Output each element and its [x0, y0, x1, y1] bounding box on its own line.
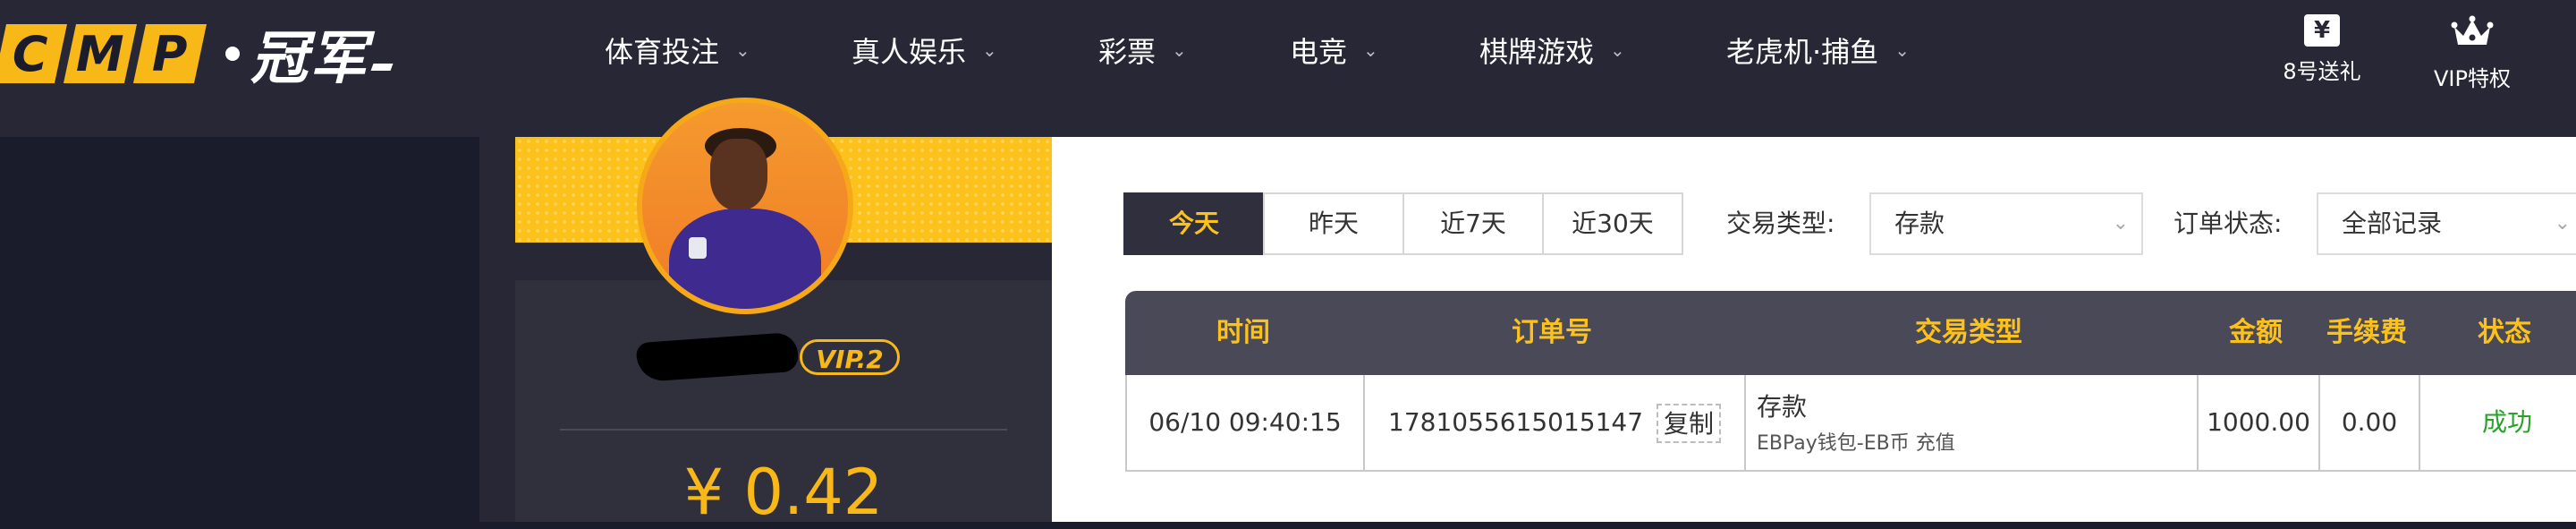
order-status-label: 订单状态: [2174, 209, 2283, 238]
transaction-type-value: 存款 [1894, 209, 1945, 238]
cell-fee: 0.00 [2318, 375, 2419, 470]
column-header-fee: 手续费 [2326, 317, 2407, 348]
logo-dash [370, 64, 394, 71]
nav-item-label: 棋牌游戏 [1479, 35, 1595, 69]
cell-type: 存款 EBPay钱包-EB币 充值 [1744, 375, 2197, 470]
order-number: 1781055615015147 [1388, 407, 1644, 437]
transaction-type-label: 交易类型: [1726, 209, 1835, 238]
cell-order-no: 1781055615015147 复制 [1363, 375, 1744, 470]
nav-item-label: 老虎机·捕鱼 [1726, 35, 1879, 69]
site-logo[interactable]: C M P 冠军 [0, 23, 394, 92]
balance-amount: ¥ 0.42 [683, 456, 884, 529]
avatar[interactable] [637, 98, 853, 314]
chevron-down-icon: ⌄ [1172, 39, 1187, 61]
transaction-type: 存款 [1757, 392, 1808, 422]
nav-item-card-games[interactable]: 棋牌游戏 ⌄ [1479, 27, 1625, 73]
redacted-username [635, 331, 800, 383]
tab-today[interactable]: 今天 [1123, 192, 1265, 255]
crown-icon [2451, 15, 2494, 45]
vip-level-badge: VIP.2 [800, 339, 900, 375]
column-header-time: 时间 [1216, 317, 1270, 348]
tab-last-7-days[interactable]: 近7天 [1402, 192, 1544, 255]
logo-dot [225, 47, 240, 61]
profile-divider [560, 429, 1007, 431]
nav-item-label: 电竞 [1290, 35, 1348, 69]
nav-item-lottery[interactable]: 彩票 ⌄ [1098, 27, 1187, 73]
transactions-table: 时间 订单号 交易类型 金额 手续费 状态 06/10 09:40:15 178… [1125, 291, 2576, 472]
table-header: 时间 订单号 交易类型 金额 手续费 状态 [1125, 291, 2576, 375]
nav-item-label: 真人娱乐 [852, 35, 967, 69]
sidebar-edge [479, 137, 515, 522]
nav-item-sports[interactable]: 体育投注 ⌄ [605, 27, 750, 73]
transaction-type-select[interactable]: 存款 ⌄ [1869, 192, 2143, 255]
top-navigation-bar: C M P 冠军 体育投注 ⌄ 真人娱乐 ⌄ 彩票 ⌄ 电竞 ⌄ 棋牌游戏 ⌄ … [0, 0, 2576, 137]
table-row: 06/10 09:40:15 1781055615015147 复制 存款 EB… [1125, 375, 2576, 472]
transaction-records-panel: 今天 昨天 近7天 近30天 交易类型: 存款 ⌄ 订单状态: 全部记录 ⌄ 时… [1052, 137, 2576, 522]
column-header-type: 交易类型 [1915, 317, 2022, 348]
yen-gift-icon: ¥ [2304, 14, 2340, 47]
logo-letter-box: C [0, 24, 68, 83]
cell-time: 06/10 09:40:15 [1148, 407, 1342, 437]
gift-8th-button[interactable]: ¥ 8号送礼 [2250, 14, 2394, 85]
logo-text: 冠军 [250, 26, 369, 92]
order-status-select[interactable]: 全部记录 ⌄ [2317, 192, 2576, 255]
column-header-amount: 金额 [2229, 317, 2283, 348]
nav-item-slots-fishing[interactable]: 老虎机·捕鱼 ⌄ [1726, 27, 1910, 73]
order-status-value: 全部记录 [2342, 209, 2443, 238]
date-range-tabs: 今天 昨天 近7天 近30天 [1123, 192, 1683, 255]
transaction-type-detail: EBPay钱包-EB币 充值 [1757, 432, 1955, 455]
status-badge: 成功 [2419, 375, 2576, 470]
logo-letter-box: M [63, 24, 138, 83]
nav-item-label: 体育投注 [605, 35, 720, 69]
chevron-down-icon: ⌄ [1363, 39, 1378, 61]
cell-amount: 1000.00 [2197, 375, 2318, 470]
nav-item-label: 彩票 [1098, 35, 1157, 69]
chevron-down-icon: ⌄ [1610, 39, 1625, 61]
nav-item-esports[interactable]: 电竞 ⌄ [1290, 27, 1378, 73]
chevron-down-icon: ⌄ [1894, 39, 1910, 61]
profile-card: VIP.2 ¥ 0.42 [515, 98, 1052, 529]
tab-last-30-days[interactable]: 近30天 [1542, 192, 1683, 255]
vip-privilege-label: VIP特权 [2434, 66, 2511, 91]
tab-yesterday[interactable]: 昨天 [1263, 192, 1404, 255]
gift-8th-label: 8号送礼 [2283, 59, 2361, 84]
chevron-down-icon: ⌄ [2112, 212, 2129, 235]
column-header-order-no: 订单号 [1512, 317, 1592, 348]
column-header-status: 状态 [2478, 317, 2531, 348]
chevron-down-icon: ⌄ [2554, 212, 2571, 235]
vip-privilege-button[interactable]: VIP特权 [2401, 14, 2544, 92]
nav-item-live-casino[interactable]: 真人娱乐 ⌄ [852, 27, 997, 73]
logo-letter-box: P [132, 24, 208, 83]
chevron-down-icon: ⌄ [982, 39, 997, 61]
copy-button[interactable]: 复制 [1656, 404, 1721, 443]
chevron-down-icon: ⌄ [735, 39, 750, 61]
